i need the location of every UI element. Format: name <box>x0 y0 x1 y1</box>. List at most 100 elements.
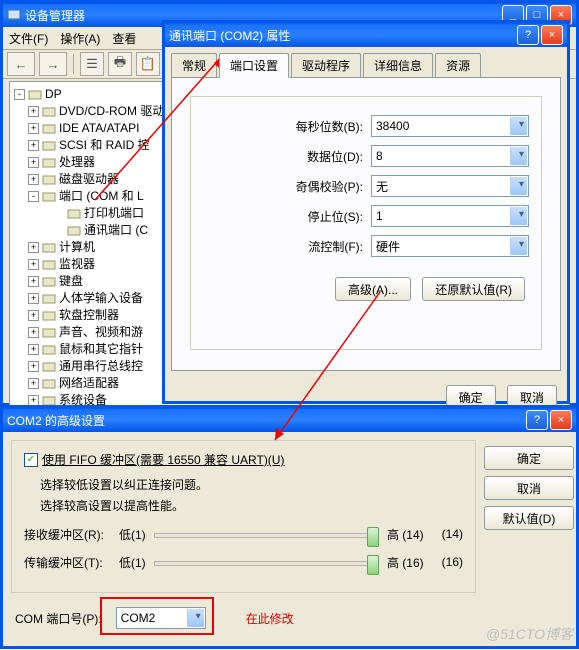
expand-icon[interactable]: + <box>28 378 39 389</box>
advanced-settings-dialog: COM2 的高级设置 ? × ✓ 使用 FIFO 缓冲区(需要 16550 兼容… <box>0 405 579 649</box>
device-icon <box>42 360 56 374</box>
tree-item-label[interactable]: 网络适配器 <box>59 375 119 392</box>
tab-resources[interactable]: 资源 <box>435 53 481 77</box>
menu-view[interactable]: 查看 <box>112 30 136 47</box>
comport-select[interactable]: COM2 <box>116 607 206 629</box>
adv-title: COM2 的高级设置 <box>7 412 105 429</box>
device-icon <box>42 173 56 187</box>
expand-icon[interactable]: + <box>28 259 39 270</box>
computer-icon <box>28 88 42 102</box>
tree-item-label[interactable]: SCSI 和 RAID 控 <box>59 137 150 154</box>
tx-slider[interactable] <box>154 552 379 572</box>
device-icon <box>42 292 56 306</box>
tree-item-label[interactable]: 人体学输入设备 <box>59 290 143 307</box>
bps-label: 每秒位数(B): <box>203 118 363 135</box>
comport-label: COM 端口号(P): <box>15 610 102 627</box>
tx-value: (16) <box>442 555 463 569</box>
tree-item-label[interactable]: DP <box>45 86 62 103</box>
tree-item-label[interactable]: 通用串行总线控 <box>59 358 143 375</box>
flowctrl-select[interactable]: 硬件 <box>371 235 529 257</box>
fifo-checkbox-row: ✓ 使用 FIFO 缓冲区(需要 16550 兼容 UART)(U) <box>24 451 463 468</box>
device-icon <box>42 122 56 136</box>
restore-defaults-button[interactable]: 还原默认值(R) <box>422 277 525 301</box>
tab-port-settings[interactable]: 端口设置 <box>219 53 289 78</box>
rx-value: (14) <box>442 527 463 541</box>
tab-body: 每秒位数(B): 38400 数据位(D): 8 奇偶校验(P): 无 停止位(… <box>171 77 561 371</box>
properties-dialog: 通讯端口 (COM2) 属性 ? × 常规 端口设置 驱动程序 详细信息 资源 … <box>162 20 570 404</box>
adv-cancel-button[interactable]: 取消 <box>484 476 574 500</box>
expand-icon[interactable]: - <box>28 191 39 202</box>
menu-file[interactable]: 文件(F) <box>9 30 48 47</box>
tree-item-label[interactable]: 软盘控制器 <box>59 307 119 324</box>
help-button[interactable]: ? <box>517 25 539 45</box>
help-button[interactable]: ? <box>526 410 548 430</box>
device-icon <box>42 241 56 255</box>
forward-button[interactable]: → <box>39 52 67 76</box>
tree-item-label[interactable]: 端口 (COM 和 L <box>59 188 144 205</box>
device-icon <box>42 258 56 272</box>
device-icon <box>42 105 56 119</box>
expand-icon[interactable]: + <box>28 361 39 372</box>
expand-icon[interactable]: + <box>28 140 39 151</box>
fifo-label: 使用 FIFO 缓冲区(需要 16550 兼容 UART)(U) <box>42 451 284 468</box>
tree-item-label[interactable]: 磁盘驱动器 <box>59 171 119 188</box>
adv-ok-button[interactable]: 确定 <box>484 446 574 470</box>
expand-icon[interactable]: + <box>28 106 39 117</box>
stopbits-label: 停止位(S): <box>203 208 363 225</box>
stopbits-select[interactable]: 1 <box>371 205 529 227</box>
close-button[interactable]: × <box>550 410 572 430</box>
device-icon <box>42 377 56 391</box>
tree-item-label[interactable]: 键盘 <box>59 273 83 290</box>
rx-slider[interactable] <box>154 524 379 544</box>
device-icon <box>42 139 56 153</box>
rx-high: 高 (14) <box>387 526 424 543</box>
device-icon <box>42 275 56 289</box>
tab-driver[interactable]: 驱动程序 <box>291 53 361 77</box>
expand-icon[interactable]: + <box>28 174 39 185</box>
tree-item-label[interactable]: 处理器 <box>59 154 95 171</box>
props-title: 通讯端口 (COM2) 属性 <box>169 27 290 44</box>
tab-general[interactable]: 常规 <box>171 53 217 77</box>
menu-action[interactable]: 操作(A) <box>60 30 100 47</box>
expand-icon[interactable]: + <box>28 157 39 168</box>
bps-select[interactable]: 38400 <box>371 115 529 137</box>
port-icon <box>67 224 81 238</box>
expand-icon[interactable]: + <box>28 123 39 134</box>
tree-item-label[interactable]: 通讯端口 (C <box>84 222 148 239</box>
tab-details[interactable]: 详细信息 <box>363 53 433 77</box>
expand-icon[interactable]: - <box>14 89 25 100</box>
tree-item-label[interactable]: 鼠标和其它指针 <box>59 341 143 358</box>
expand-icon[interactable]: + <box>28 276 39 287</box>
expand-icon[interactable]: + <box>28 242 39 253</box>
expand-icon[interactable]: + <box>28 327 39 338</box>
close-button[interactable]: × <box>541 25 563 45</box>
databits-select[interactable]: 8 <box>371 145 529 167</box>
watermark: @51CTO博客 <box>486 624 573 644</box>
tree-item-label[interactable]: 计算机 <box>59 239 95 256</box>
adv-defaults-button[interactable]: 默认值(D) <box>484 506 574 530</box>
advanced-button[interactable]: 高级(A)... <box>335 277 411 301</box>
tree-item-label[interactable]: 监视器 <box>59 256 95 273</box>
tree-item-label[interactable]: DVD/CD-ROM 驱动 <box>59 103 164 120</box>
tree-item-label[interactable]: IDE ATA/ATAPI <box>59 120 139 137</box>
rx-low: 低(1) <box>119 526 146 543</box>
expand-icon[interactable]: + <box>28 310 39 321</box>
adv-titlebar[interactable]: COM2 的高级设置 ? × <box>3 408 576 432</box>
tree-item-label[interactable]: 打印机端口 <box>84 205 144 222</box>
annotation-text: 在此修改 <box>246 610 294 627</box>
tool-print-icon[interactable]: 🖶 <box>108 52 132 76</box>
back-button[interactable]: ← <box>7 52 35 76</box>
fifo-checkbox[interactable]: ✓ <box>24 453 38 467</box>
rx-label: 接收缓冲区(R): <box>24 526 119 543</box>
fifo-hint2: 选择较高设置以提高性能。 <box>40 497 463 514</box>
tool-refresh-icon[interactable]: 📋 <box>136 52 160 76</box>
props-titlebar[interactable]: 通讯端口 (COM2) 属性 ? × <box>165 23 567 47</box>
flowctrl-label: 流控制(F): <box>203 238 363 255</box>
expand-icon[interactable]: + <box>28 293 39 304</box>
expand-icon[interactable]: + <box>28 344 39 355</box>
tree-item-label[interactable]: 声音、视频和游 <box>59 324 143 341</box>
parity-label: 奇偶校验(P): <box>203 178 363 195</box>
tool-properties-icon[interactable]: ☰ <box>80 52 104 76</box>
tx-label: 传输缓冲区(T): <box>24 554 119 571</box>
parity-select[interactable]: 无 <box>371 175 529 197</box>
